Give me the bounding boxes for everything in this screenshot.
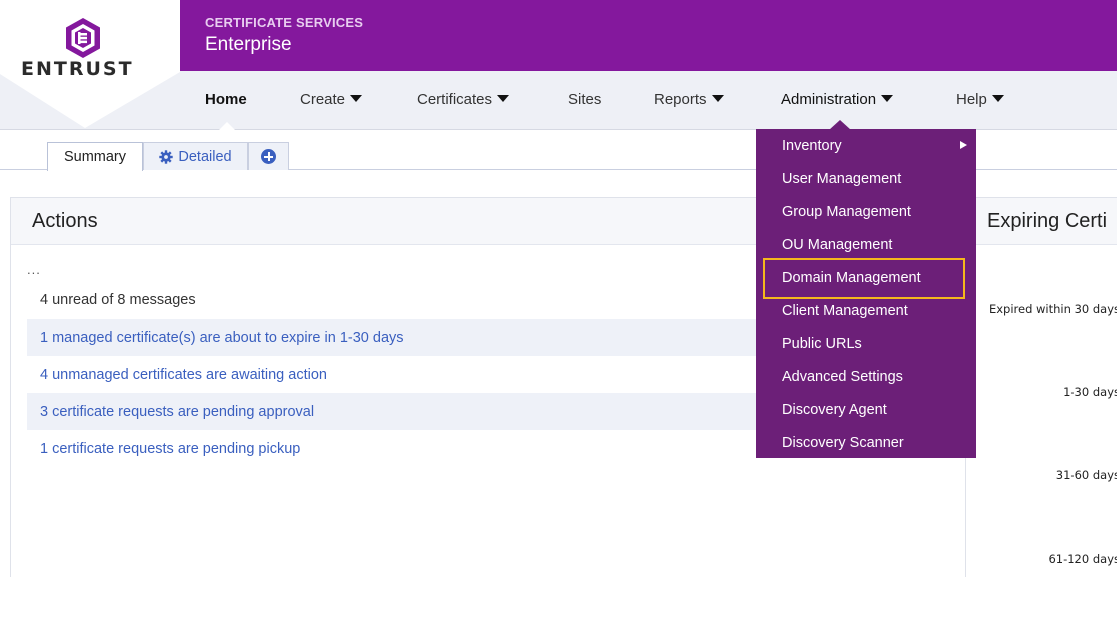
nav-administration[interactable]: Administration [781,91,894,108]
menu-item-public-urls[interactable]: Public URLs [756,327,976,360]
nav-reports-label: Reports [654,91,707,108]
caret-down-icon [497,95,510,102]
nav-home[interactable]: Home [205,91,247,108]
menu-item-ou-management[interactable]: OU Management [756,228,976,261]
ellipsis-menu[interactable]: ... [27,262,41,277]
menu-item-label: Domain Management [782,269,921,286]
nav-administration-label: Administration [781,91,877,108]
nav-create-label: Create [300,91,346,108]
menu-item-discovery-agent[interactable]: Discovery Agent [756,393,976,426]
plus-circle-icon [261,149,276,164]
menu-item-label: User Management [782,170,902,187]
home-pointer-indicator [219,122,235,130]
action-link[interactable]: 1 managed certificate(s) are about to ex… [40,330,404,346]
nav-strip [0,71,1117,130]
nav-certificates-label: Certificates [417,91,493,108]
logo-text: ENTRUST [21,58,134,80]
nav-help[interactable]: Help [956,91,1004,108]
expiring-category-label: 1-30 days [1063,385,1117,399]
caret-down-icon [350,95,363,102]
caret-down-icon [711,95,724,102]
menu-item-discovery-scanner[interactable]: Discovery Scanner [756,426,976,459]
action-link[interactable]: 4 unmanaged certificates are awaiting ac… [40,367,327,383]
caret-down-icon [881,95,894,102]
menu-item-label: Discovery Scanner [782,434,904,451]
service-name: Enterprise [205,34,292,55]
actions-title: Actions [32,210,98,232]
menu-item-user-management[interactable]: User Management [756,162,976,195]
action-link[interactable]: 3 certificate requests are pending appro… [40,404,314,420]
expiring-title: Expiring Certi [987,210,1108,232]
menu-item-inventory[interactable]: Inventory [756,129,976,162]
menu-item-label: Inventory [782,137,842,154]
menu-item-advanced-settings[interactable]: Advanced Settings [756,360,976,393]
service-label: CERTIFICATE SERVICES [205,15,364,30]
nav-reports[interactable]: Reports [654,91,724,108]
add-tab-button[interactable] [248,142,289,170]
nav-certificates[interactable]: Certificates [417,91,510,108]
action-link[interactable]: 1 certificate requests are pending picku… [40,441,300,457]
tab-detailed-label: Detailed [178,148,232,165]
nav-home-label: Home [205,91,247,108]
nav-help-label: Help [956,91,987,108]
submenu-arrow-icon [960,141,967,149]
expiring-category-label: Expired within 30 days [988,302,1117,316]
nav-create[interactable]: Create [300,91,363,108]
menu-item-domain-management[interactable]: Domain Management [756,261,976,294]
caret-down-icon [991,95,1004,102]
unread-messages-count: 4 unread of 8 messages [40,292,196,308]
expiring-panel-header: Expiring Certi [966,198,1117,245]
menu-item-label: Public URLs [782,335,862,352]
nav-sites[interactable]: Sites [568,91,601,108]
expiring-category-label: 31-60 days [1055,468,1117,482]
menu-item-label: Discovery Agent [782,401,887,418]
menu-item-label: Advanced Settings [782,368,903,385]
expiring-certificates-panel: Expiring Certi Expired within 30 days 1-… [966,197,1117,577]
tab-summary[interactable]: Summary [47,142,143,171]
menu-item-label: OU Management [782,236,893,253]
tab-detailed[interactable]: Detailed [143,142,248,170]
gear-icon [159,149,174,164]
menu-item-label: Client Management [782,302,908,319]
administration-dropdown-menu: Inventory User Management Group Manageme… [756,129,976,458]
menu-item-client-management[interactable]: Client Management [756,294,976,327]
tab-summary-label: Summary [63,149,127,165]
entrust-logo-icon [66,18,100,58]
nav-sites-label: Sites [568,91,602,108]
menu-item-label: Group Management [782,203,911,220]
expiring-category-label: 61-120 days [1048,552,1117,566]
menu-item-group-management[interactable]: Group Management [756,195,976,228]
